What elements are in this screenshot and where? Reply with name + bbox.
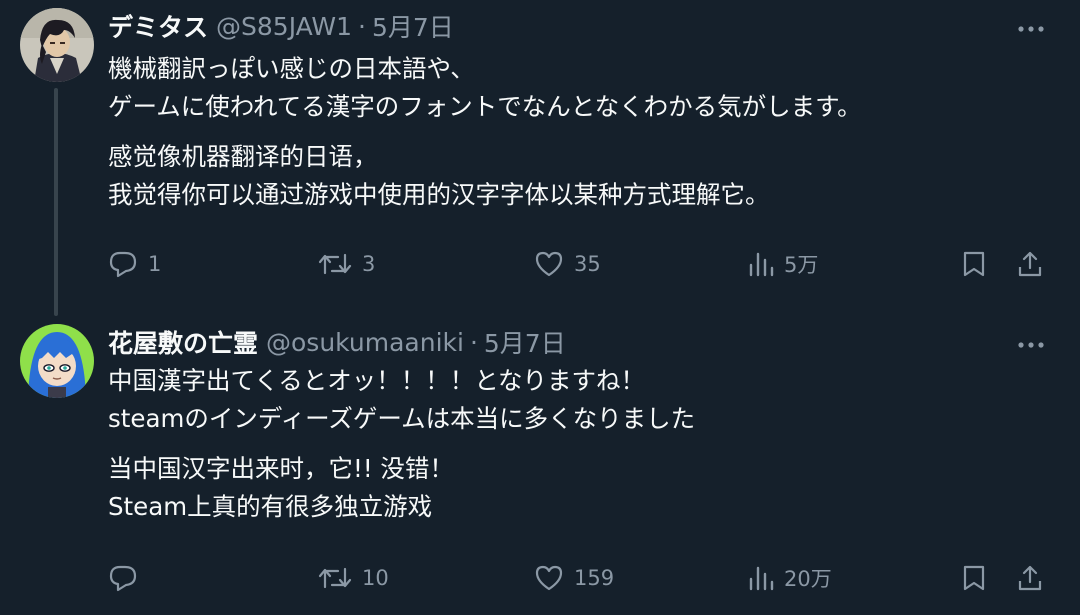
reply-icon bbox=[108, 250, 138, 278]
user-handle[interactable]: @S85JAW1 bbox=[216, 12, 352, 41]
share-icon bbox=[1016, 564, 1044, 592]
reply-icon bbox=[108, 564, 138, 592]
more-options-button[interactable] bbox=[1016, 12, 1046, 42]
views-icon bbox=[748, 251, 774, 277]
like-button[interactable]: 35 bbox=[534, 250, 601, 278]
tweet[interactable]: 花屋敷の亡霊 @osukumaaniki · 5月7日 中国漢字出てくるとオッ！… bbox=[0, 310, 1080, 615]
share-button[interactable] bbox=[1016, 250, 1044, 278]
tweet-text: 中国漢字出てくるとオッ！！！！となりますね！ steamのインディーズゲームは本… bbox=[108, 362, 1048, 526]
tweet-paragraph: 感觉像机器翻译的日语， 我觉得你可以通过游戏中使用的汉字字体以某种方式理解它。 bbox=[108, 138, 1048, 214]
heart-icon bbox=[534, 250, 564, 278]
retweet-count: 3 bbox=[362, 252, 376, 276]
tweet-line: 我觉得你可以通过游戏中使用的汉字字体以某种方式理解它。 bbox=[108, 180, 770, 209]
tweet-date[interactable]: 5月7日 bbox=[372, 8, 454, 44]
bookmark-icon bbox=[962, 564, 986, 592]
separator: · bbox=[358, 11, 366, 41]
separator: · bbox=[469, 327, 478, 357]
tweet-date[interactable]: 5月7日 bbox=[484, 324, 566, 360]
tweet-paragraph: 中国漢字出てくるとオッ！！！！となりますね！ steamのインディーズゲームは本… bbox=[108, 362, 1048, 438]
share-button[interactable] bbox=[1016, 564, 1044, 592]
tweet-header: 花屋敷の亡霊 @osukumaaniki · 5月7日 bbox=[108, 324, 566, 360]
tweet-paragraph: 当中国汉字出来时，它!! 没错！ Steam上真的有很多独立游戏 bbox=[108, 450, 1048, 526]
retweet-button[interactable]: 3 bbox=[318, 251, 375, 277]
tweet-text: 機械翻訳っぽい感じの日本語や、 ゲームに使われてる漢字のフォントでなんとなくわか… bbox=[108, 50, 1048, 214]
avatar[interactable] bbox=[20, 8, 94, 82]
like-button[interactable]: 159 bbox=[534, 564, 614, 592]
reply-button[interactable] bbox=[108, 564, 148, 592]
views-icon bbox=[748, 565, 774, 591]
retweet-count: 10 bbox=[362, 566, 389, 590]
more-horizontal-icon bbox=[1018, 334, 1044, 353]
display-name[interactable]: デミタス bbox=[108, 8, 208, 44]
action-bar: 10 159 20万 bbox=[108, 558, 1048, 598]
action-bar: 1 3 35 5万 bbox=[108, 244, 1048, 284]
tweet-line: 感觉像机器翻译的日语， bbox=[108, 142, 378, 171]
views-count: 5万 bbox=[784, 253, 819, 277]
tweet[interactable]: デミタス @S85JAW1 · 5月7日 機械翻訳っぽい感じの日本語や、 ゲーム… bbox=[0, 0, 1080, 316]
like-count: 35 bbox=[574, 252, 601, 276]
bookmark-icon bbox=[962, 250, 986, 278]
tweet-line: steamのインディーズゲームは本当に多くなりました bbox=[108, 404, 696, 433]
reply-button[interactable]: 1 bbox=[108, 250, 161, 278]
share-icon bbox=[1016, 250, 1044, 278]
reply-count: 1 bbox=[148, 252, 162, 276]
tweet-line: ゲームに使われてる漢字のフォントでなんとなくわかる気がします。 bbox=[108, 92, 862, 121]
tweet-paragraph: 機械翻訳っぽい感じの日本語や、 ゲームに使われてる漢字のフォントでなんとなくわか… bbox=[108, 50, 1048, 126]
retweet-button[interactable]: 10 bbox=[318, 565, 389, 591]
views-count: 20万 bbox=[784, 567, 832, 591]
like-count: 159 bbox=[574, 566, 615, 590]
tweet-line: Steam上真的有很多独立游戏 bbox=[108, 492, 433, 521]
user-handle[interactable]: @osukumaaniki bbox=[266, 328, 464, 357]
tweet-header: デミタス @S85JAW1 · 5月7日 bbox=[108, 8, 454, 44]
bookmark-button[interactable] bbox=[962, 564, 986, 592]
views-button[interactable]: 5万 bbox=[748, 249, 818, 279]
avatar[interactable] bbox=[20, 324, 94, 398]
retweet-icon bbox=[318, 565, 352, 591]
views-button[interactable]: 20万 bbox=[748, 563, 832, 593]
thread-connector-line bbox=[54, 88, 58, 316]
bookmark-button[interactable] bbox=[962, 250, 986, 278]
retweet-icon bbox=[318, 251, 352, 277]
tweet-line: 機械翻訳っぽい感じの日本語や、 bbox=[108, 54, 475, 83]
heart-icon bbox=[534, 564, 564, 592]
tweet-line: 中国漢字出てくるとオッ！！！！となりますね！ bbox=[108, 366, 646, 395]
more-options-button[interactable] bbox=[1016, 328, 1046, 358]
tweet-line: 当中国汉字出来时，它!! 没错！ bbox=[108, 454, 454, 483]
display-name[interactable]: 花屋敷の亡霊 bbox=[108, 324, 258, 360]
more-horizontal-icon bbox=[1018, 18, 1044, 37]
